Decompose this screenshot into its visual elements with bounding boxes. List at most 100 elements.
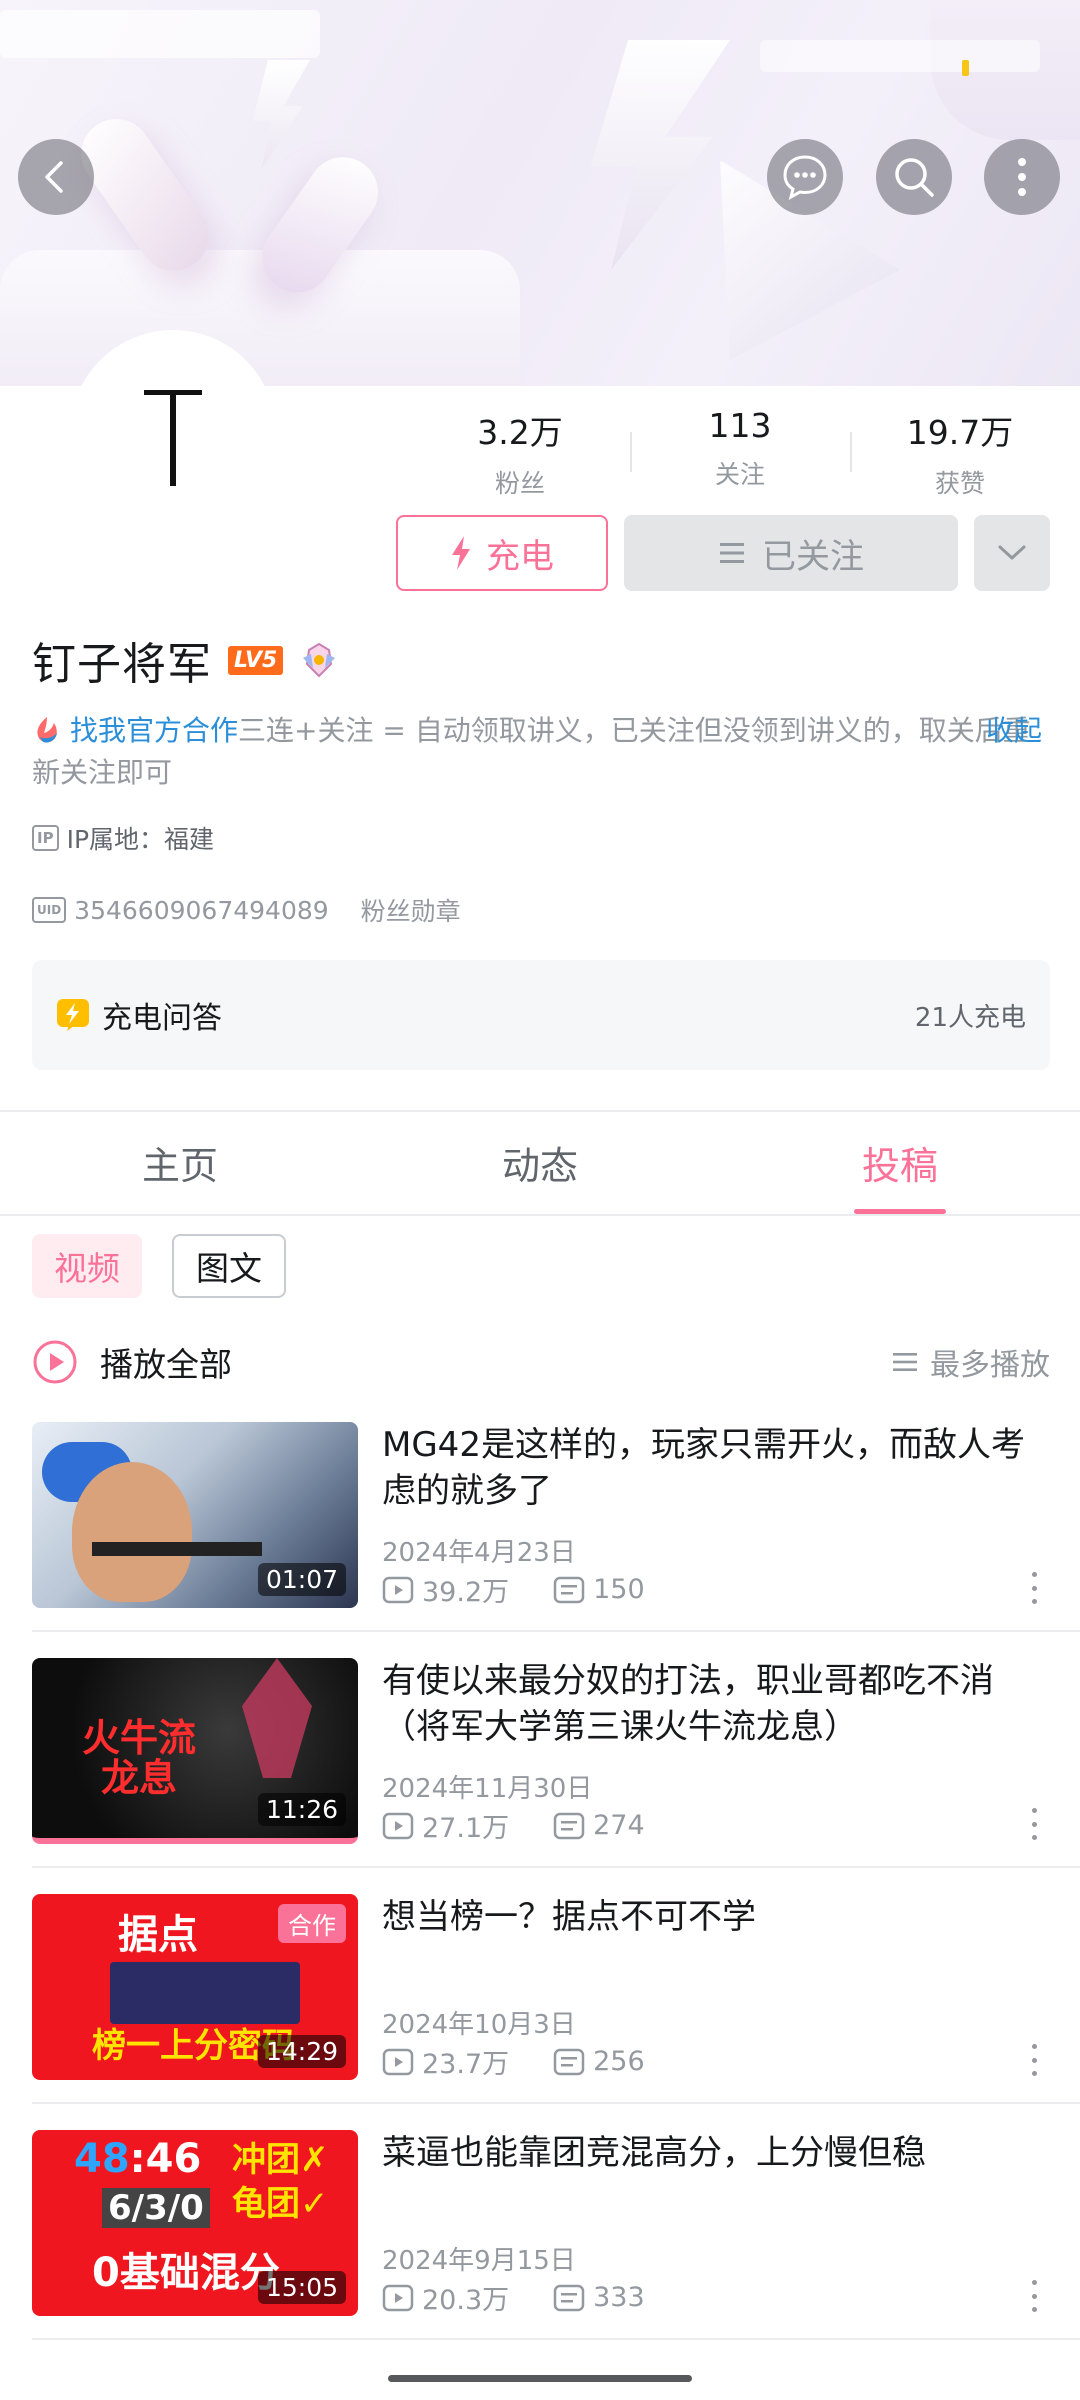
bilibili-business-icon: [37, 717, 57, 743]
message-button[interactable]: [767, 139, 843, 215]
stat-likes[interactable]: 19.7万 获赞: [850, 392, 1070, 502]
thumbnail-text: 48: [74, 2136, 130, 2182]
business-link[interactable]: 找我官方合作: [70, 714, 238, 747]
thumbnail-text: 0基础混分: [92, 2250, 280, 2296]
video-more-icon[interactable]: [1024, 1804, 1044, 1844]
divider: [32, 1866, 1080, 1868]
home-indicator[interactable]: [388, 2375, 692, 2382]
uid-icon: UID: [32, 897, 67, 923]
charge-qa-icon: [57, 999, 89, 1031]
status-bar-left: [0, 10, 320, 58]
view-count-text: 20.3万: [422, 2285, 510, 2316]
video-item[interactable]: 据点 榜一上分密码 合作 14:29 想当榜一？据点不可不学 2024年10月3…: [32, 1894, 1050, 2080]
video-thumbnail[interactable]: 01:07: [32, 1422, 358, 1608]
comment-count-text: 274: [593, 1810, 645, 1841]
video-title[interactable]: 想当榜一？据点不可不学: [382, 1894, 1042, 1940]
video-duration: 01:07: [257, 1563, 346, 1596]
stat-label: 获赞: [934, 469, 985, 498]
filter-article[interactable]: 图文: [172, 1234, 286, 1298]
fan-medal-link[interactable]: 粉丝勋章: [361, 892, 461, 928]
divider: [32, 2102, 1080, 2104]
view-count: 27.1万: [382, 1806, 509, 1845]
video-thumbnail[interactable]: 据点 榜一上分密码 合作 14:29: [32, 1894, 358, 2080]
user-name: 钉子将军: [32, 639, 212, 690]
back-button[interactable]: [18, 139, 94, 215]
video-more-icon[interactable]: [1024, 1568, 1044, 1608]
name-row: 钉子将军 LV5: [32, 628, 339, 692]
divider: [32, 2338, 1080, 2340]
view-count-text: 23.7万: [422, 2049, 510, 2080]
video-more-icon[interactable]: [1024, 2040, 1044, 2080]
view-count: 23.7万: [382, 2042, 509, 2081]
video-more-icon[interactable]: [1024, 2276, 1044, 2316]
comment-count: 333: [553, 2282, 645, 2313]
recommend-dropdown-button[interactable]: [974, 515, 1050, 591]
thumbnail-text: 冲团✗ 龟团✓: [232, 2138, 329, 2226]
stat-following[interactable]: 113 关注: [630, 392, 850, 502]
sort-button[interactable]: 最多播放: [892, 1340, 1050, 1384]
level-badge[interactable]: LV5: [228, 645, 284, 675]
charge-qa-count: 21人充电: [914, 1002, 1026, 1033]
thumbnail-text: 龟团✓: [232, 2184, 329, 2224]
comment-count: 150: [553, 1574, 645, 1605]
comment-count-text: 150: [593, 1574, 645, 1605]
video-thumbnail[interactable]: 48:46 6/3/0 冲团✗ 龟团✓ 0基础混分 15:05: [32, 2130, 358, 2316]
banner-decoration: [590, 40, 730, 270]
divider: [32, 1630, 1080, 1632]
video-title[interactable]: MG42是这样的，玩家只需开火，而敌人考虑的就多了: [382, 1422, 1042, 1514]
view-count-text: 27.1万: [422, 1813, 510, 1844]
video-duration: 11:26: [257, 1793, 346, 1826]
more-button[interactable]: [984, 139, 1060, 215]
lightning-icon: [452, 536, 470, 570]
thumbnail-text: 据点: [118, 1912, 198, 1958]
view-count: 39.2万: [382, 1570, 509, 1609]
follow-button[interactable]: 已关注: [624, 515, 958, 591]
video-duration: 14:29: [257, 2035, 346, 2068]
thumbnail-text: 火牛流 龙息: [82, 1716, 197, 1800]
video-item[interactable]: 48:46 6/3/0 冲团✗ 龟团✓ 0基础混分 15:05 菜逼也能靠团竞混高…: [32, 2130, 1050, 2316]
video-stats: 20.3万 333: [382, 2278, 645, 2317]
charge-label: 充电: [486, 536, 554, 577]
video-item[interactable]: 01:07 MG42是这样的，玩家只需开火，而敌人考虑的就多了 2024年4月2…: [32, 1422, 1050, 1608]
charge-button[interactable]: 充电: [396, 515, 608, 591]
profile-stats: 3.2万 粉丝 113 关注 19.7万 获赞: [410, 392, 1070, 502]
play-count-icon: [382, 1812, 414, 1839]
comment-count: 274: [553, 1810, 645, 1841]
tab-dynamic[interactable]: 动态: [360, 1112, 720, 1212]
video-title[interactable]: 有使以来最分奴的打法，职业哥都吃不消（将军大学第三课火牛流龙息）: [382, 1658, 1042, 1750]
ip-icon: IP: [32, 825, 59, 851]
play-all-label[interactable]: 播放全部: [100, 1338, 232, 1386]
divider: [0, 1214, 1080, 1216]
filter-video[interactable]: 视频: [32, 1234, 142, 1298]
video-thumbnail[interactable]: 火牛流 龙息 11:26: [32, 1658, 358, 1844]
sort-list-icon: [893, 1353, 917, 1371]
collapse-link[interactable]: 收起: [986, 710, 1042, 752]
comment-count-text: 333: [593, 2282, 645, 2313]
thumbnail-art: [92, 1542, 262, 1556]
play-count-icon: [382, 2048, 414, 2075]
search-button[interactable]: [876, 139, 952, 215]
avatar[interactable]: [70, 330, 276, 536]
tab-uploads[interactable]: 投稿: [720, 1112, 1080, 1214]
video-item[interactable]: 火牛流 龙息 11:26 有使以来最分奴的打法，职业哥都吃不消（将军大学第三课火牛…: [32, 1658, 1050, 1844]
stat-fans[interactable]: 3.2万 粉丝: [410, 392, 630, 502]
uid-text[interactable]: 3546609067494089: [74, 896, 329, 925]
creator-medal-icon[interactable]: [299, 640, 339, 680]
video-date: 2024年9月15日: [382, 2246, 576, 2276]
charge-qa-card[interactable]: 充电问答 21人充电: [32, 960, 1050, 1070]
stat-value: 19.7万: [906, 413, 1014, 452]
more-vertical-icon: [1018, 158, 1026, 196]
thumbnail-text: 冲团✗: [232, 2140, 329, 2180]
list-icon: [720, 543, 744, 563]
video-title[interactable]: 菜逼也能靠团竞混高分，上分慢但稳: [382, 2130, 1042, 2176]
bio: 找我官方合作三连+关注 = 自动领取讲义，已关注但没领到讲义的，取关后重新关注即…: [32, 710, 1052, 794]
stat-value: 3.2万: [477, 413, 563, 452]
banner-decoration: [0, 250, 520, 386]
danmaku-icon: [553, 2284, 585, 2311]
thumbnail-text: 46: [145, 2136, 202, 2182]
tab-home[interactable]: 主页: [0, 1112, 360, 1212]
danmaku-icon: [553, 1576, 585, 1603]
play-circle-icon[interactable]: [32, 1339, 78, 1385]
video-date: 2024年10月3日: [382, 2010, 576, 2040]
comment-count-text: 256: [593, 2046, 645, 2077]
